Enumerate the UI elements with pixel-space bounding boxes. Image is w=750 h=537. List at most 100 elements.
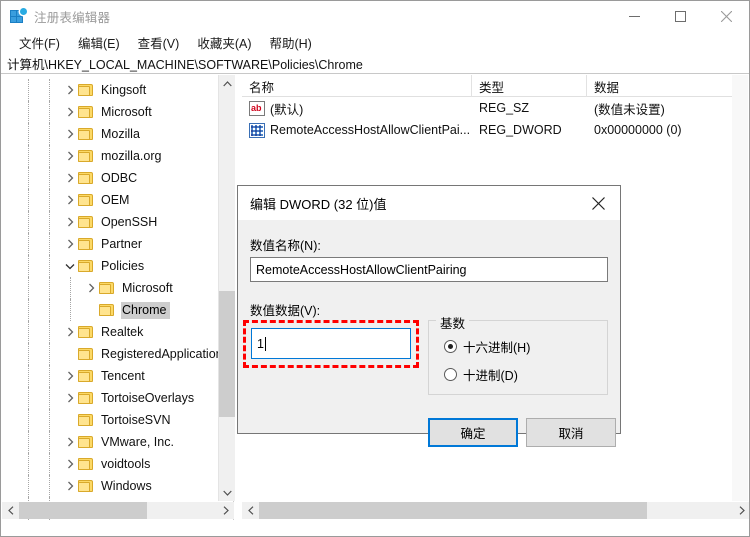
tree-item-label: Policies <box>101 258 145 273</box>
folder-icon <box>78 413 94 427</box>
value-row[interactable]: (默认) REG_SZ (数值未设置) <box>242 97 734 119</box>
ok-button[interactable]: 确定 <box>428 418 518 447</box>
chevron-right-icon[interactable] <box>62 189 78 211</box>
base-group-label: 基数 <box>436 313 470 332</box>
menu-help[interactable]: 帮助(H) <box>260 31 320 55</box>
chevron-right-icon[interactable] <box>62 431 78 453</box>
tree-guide-line <box>49 409 50 431</box>
chevron-right-icon[interactable] <box>62 167 78 189</box>
scroll-left-icon[interactable] <box>242 502 259 519</box>
value-name-label: 数值名称(N): <box>250 239 321 253</box>
column-header-name[interactable]: 名称 <box>242 75 472 97</box>
list-header: 名称 类型 数据 <box>242 75 734 97</box>
radio-hexadecimal[interactable]: 十六进制(H) <box>444 337 530 356</box>
tree-item-registeredapplication[interactable]: RegisteredApplication <box>2 343 223 365</box>
cancel-button[interactable]: 取消 <box>526 418 616 447</box>
folder-icon <box>78 171 94 185</box>
tree-item-tortoiseoverlays[interactable]: TortoiseOverlays <box>2 387 217 409</box>
tree-item-chrome[interactable]: Chrome <box>2 299 217 321</box>
tree-item-label: Mozilla <box>101 126 140 141</box>
values-vertical-scrollbar[interactable] <box>732 75 748 501</box>
tree-guide-line <box>49 299 50 321</box>
tree-item-vmware-inc[interactable]: VMware, Inc. <box>2 431 217 453</box>
scroll-right-icon[interactable] <box>733 502 749 519</box>
tree-item-kingsoft[interactable]: Kingsoft <box>2 79 217 101</box>
maximize-icon[interactable] <box>657 1 703 31</box>
folder-icon <box>78 457 94 471</box>
radio-decimal[interactable]: 十进制(D) <box>444 365 518 384</box>
tree-item-partner[interactable]: Partner <box>2 233 217 255</box>
tree-item-microsoft[interactable]: Microsoft <box>2 277 217 299</box>
menu-file[interactable]: 文件(F) <box>10 31 69 55</box>
registry-tree-pane: Kingsoft Microsoft Mozilla mozilla.org ODBC O… <box>2 75 234 520</box>
value-name-text: RemoteAccessHostAllowClientPairing <box>256 262 467 277</box>
values-hscroll-thumb[interactable] <box>259 502 647 519</box>
tree-guide-line <box>49 475 50 497</box>
radio-decimal-label: 十进制(D) <box>463 369 518 383</box>
tree-item-policies[interactable]: Policies <box>2 255 217 277</box>
chevron-right-icon[interactable] <box>62 101 78 123</box>
tree-guide-line <box>49 277 50 299</box>
chevron-right-icon[interactable] <box>62 233 78 255</box>
close-icon[interactable] <box>703 1 749 31</box>
chevron-right-icon[interactable] <box>62 519 78 520</box>
folder-icon <box>78 479 94 493</box>
chevron-right-icon[interactable] <box>62 79 78 101</box>
tree-hscroll-thumb[interactable] <box>19 502 147 519</box>
close-icon[interactable] <box>576 186 620 220</box>
tree-vertical-scrollbar[interactable] <box>218 75 235 501</box>
address-bar[interactable]: 计算机\HKEY_LOCAL_MACHINE\SOFTWARE\Policies… <box>1 54 749 74</box>
value-name-input[interactable]: RemoteAccessHostAllowClientPairing <box>250 257 608 282</box>
column-header-type[interactable]: 类型 <box>472 75 587 97</box>
tree-item-realtek[interactable]: Realtek <box>2 321 217 343</box>
tree-guide-line <box>49 233 50 255</box>
column-header-data[interactable]: 数据 <box>587 75 734 97</box>
tree-item-oem[interactable]: OEM <box>2 189 217 211</box>
menu-favorites[interactable]: 收藏夹(A) <box>188 31 260 55</box>
chevron-right-icon[interactable] <box>62 321 78 343</box>
chevron-right-icon[interactable] <box>62 453 78 475</box>
list-rows: (默认) REG_SZ (数值未设置) RemoteAccessHostAllowCl… <box>242 97 734 141</box>
tree-scroll-thumb[interactable] <box>219 291 235 417</box>
tree-item-mozilla-org[interactable]: mozilla.org <box>2 145 217 167</box>
minimize-icon[interactable] <box>611 1 657 31</box>
tree-item-windows[interactable]: Windows <box>2 475 217 497</box>
tree-item-voidtools[interactable]: voidtools <box>2 453 217 475</box>
tree-horizontal-scrollbar[interactable] <box>2 502 234 519</box>
chevron-right-icon[interactable] <box>62 123 78 145</box>
menu-view[interactable]: 查看(V) <box>129 31 189 55</box>
tree-item-mozilla[interactable]: Mozilla <box>2 123 217 145</box>
chevron-right-icon[interactable] <box>62 365 78 387</box>
tree-item-wow6432node[interactable]: WOW6432Node <box>2 519 217 520</box>
scroll-left-icon[interactable] <box>2 502 19 519</box>
tree-item-microsoft[interactable]: Microsoft <box>2 101 217 123</box>
chevron-right-icon[interactable] <box>62 211 78 233</box>
tree-guide-line <box>28 321 29 343</box>
tree-guide-line <box>28 299 29 321</box>
tree-item-label: Microsoft <box>101 104 152 119</box>
folder-icon <box>78 149 94 163</box>
value-data-input[interactable]: 1 <box>251 328 411 359</box>
tree-item-openssh[interactable]: OpenSSH <box>2 211 217 233</box>
tree-item-label: voidtools <box>101 456 151 471</box>
scroll-right-icon[interactable] <box>217 502 234 519</box>
scroll-down-icon[interactable] <box>219 484 235 501</box>
tree-guide-line <box>28 475 29 497</box>
chevron-right-icon[interactable] <box>62 145 78 167</box>
tree-item-tencent[interactable]: Tencent <box>2 365 217 387</box>
tree-guide-line <box>49 167 50 189</box>
menu-edit[interactable]: 编辑(E) <box>69 31 129 55</box>
value-row[interactable]: RemoteAccessHostAllowClientPai... REG_DWO… <box>242 119 734 141</box>
chevron-down-icon[interactable] <box>62 255 78 277</box>
chevron-right-icon[interactable] <box>62 387 78 409</box>
folder-icon <box>99 303 115 317</box>
chevron-right-icon[interactable] <box>62 475 78 497</box>
tree-guide-line <box>49 255 50 277</box>
chevron-right-icon[interactable] <box>83 277 99 299</box>
values-horizontal-scrollbar[interactable] <box>242 502 749 519</box>
tree-item-odbc[interactable]: ODBC <box>2 167 217 189</box>
tree-item-tortoisesvn[interactable]: TortoiseSVN <box>2 409 217 431</box>
folder-icon <box>78 215 94 229</box>
tree-guide-line <box>28 453 29 475</box>
scroll-up-icon[interactable] <box>219 75 235 92</box>
